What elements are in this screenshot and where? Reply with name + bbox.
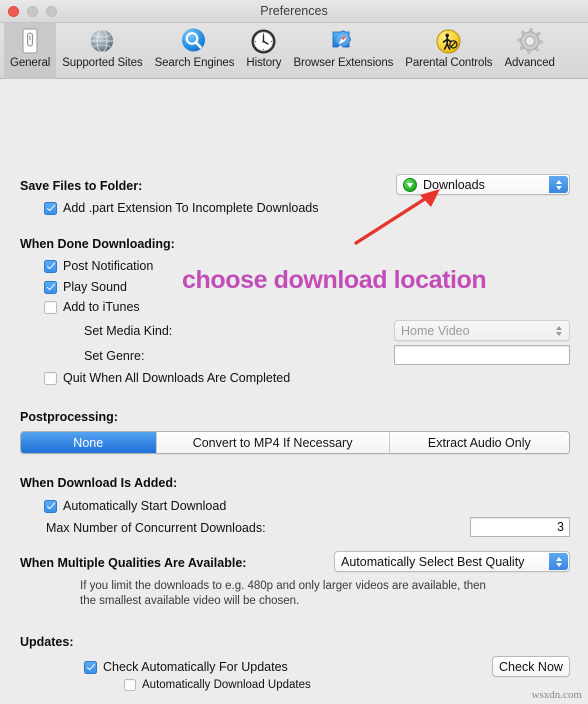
quit-when-done-row[interactable]: Quit When All Downloads Are Completed bbox=[44, 371, 290, 385]
max-concurrent-value: 3 bbox=[557, 520, 564, 534]
save-files-heading: Save Files to Folder: bbox=[20, 179, 143, 193]
part-extension-checkbox[interactable] bbox=[44, 201, 57, 215]
chevron-updown-icon bbox=[549, 176, 568, 193]
quit-when-done-label: Quit When All Downloads Are Completed bbox=[63, 371, 291, 385]
set-genre-label: Set Genre: bbox=[84, 349, 145, 363]
tab-advanced-label: Advanced bbox=[504, 57, 555, 69]
qualities-help-text: If you limit the downloads to e.g. 480p … bbox=[80, 580, 486, 607]
watermark: wsxdn.com bbox=[531, 689, 582, 701]
when-done-heading: When Done Downloading: bbox=[20, 237, 175, 251]
max-concurrent-label: Max Number of Concurrent Downloads: bbox=[46, 521, 266, 535]
tab-history[interactable]: History bbox=[240, 23, 287, 79]
auto-start-row[interactable]: Automatically Start Download bbox=[44, 499, 226, 513]
segment-convert-mp4[interactable]: Convert to MP4 If Necessary bbox=[156, 432, 390, 453]
auto-start-checkbox[interactable] bbox=[44, 499, 57, 513]
quality-value: Automatically Select Best Quality bbox=[341, 554, 525, 569]
save-folder-value: Downloads bbox=[423, 177, 485, 192]
check-automatically-row[interactable]: Check Automatically For Updates bbox=[84, 660, 288, 674]
set-genre-field[interactable] bbox=[394, 345, 570, 365]
check-now-button[interactable]: Check Now bbox=[492, 656, 570, 677]
tab-general-label: General bbox=[10, 57, 51, 69]
part-extension-row[interactable]: Add .part Extension To Incomplete Downlo… bbox=[44, 201, 318, 215]
general-pane: Save Files to Folder: Downloads Add .par… bbox=[0, 79, 588, 704]
add-to-itunes-label: Add to iTunes bbox=[63, 300, 140, 314]
post-notification-row[interactable]: Post Notification bbox=[44, 259, 153, 273]
set-media-kind-value: Home Video bbox=[401, 323, 470, 338]
max-concurrent-field[interactable]: 3 bbox=[470, 517, 570, 537]
add-to-itunes-row[interactable]: Add to iTunes bbox=[44, 300, 140, 314]
set-media-kind-label: Set Media Kind: bbox=[84, 324, 173, 338]
post-notification-checkbox[interactable] bbox=[44, 259, 57, 273]
tab-general[interactable]: General bbox=[4, 23, 57, 79]
auto-download-updates-label: Automatically Download Updates bbox=[142, 679, 311, 691]
part-extension-label: Add .part Extension To Incomplete Downlo… bbox=[63, 201, 319, 215]
chevron-updown-icon bbox=[549, 322, 568, 339]
chevron-updown-icon bbox=[549, 553, 568, 570]
puzzle-compass-icon bbox=[328, 26, 358, 56]
auto-start-label: Automatically Start Download bbox=[63, 499, 227, 513]
tab-browser-extensions-label: Browser Extensions bbox=[293, 57, 394, 69]
parental-warning-icon bbox=[434, 26, 464, 56]
globe-icon bbox=[87, 26, 117, 56]
general-switch-icon bbox=[15, 26, 45, 56]
check-automatically-label: Check Automatically For Updates bbox=[103, 660, 288, 674]
download-arrow-icon bbox=[403, 177, 417, 192]
updates-heading: Updates: bbox=[20, 635, 74, 649]
preferences-window: Preferences General Supported Sites Sear… bbox=[0, 0, 588, 704]
save-folder-popup[interactable]: Downloads bbox=[396, 174, 570, 195]
set-media-kind-popup[interactable]: Home Video bbox=[394, 320, 570, 341]
tab-advanced[interactable]: Advanced bbox=[498, 23, 560, 79]
tab-search-engines[interactable]: Search Engines bbox=[149, 23, 241, 79]
quit-when-done-checkbox[interactable] bbox=[44, 371, 57, 385]
tab-supported-sites-label: Supported Sites bbox=[62, 57, 143, 69]
play-sound-checkbox[interactable] bbox=[44, 280, 57, 294]
gear-icon bbox=[515, 26, 545, 56]
qualities-heading: When Multiple Qualities Are Available: bbox=[20, 556, 247, 570]
postprocessing-heading: Postprocessing: bbox=[20, 410, 118, 424]
segment-none[interactable]: None bbox=[21, 432, 157, 453]
tab-history-label: History bbox=[246, 57, 282, 69]
auto-download-updates-row[interactable]: Automatically Download Updates bbox=[124, 679, 311, 691]
tab-parental-controls-label: Parental Controls bbox=[405, 57, 493, 69]
play-sound-row[interactable]: Play Sound bbox=[44, 280, 127, 294]
when-added-heading: When Download Is Added: bbox=[20, 476, 178, 490]
window-title: Preferences bbox=[260, 4, 328, 18]
auto-download-updates-checkbox[interactable] bbox=[124, 679, 136, 691]
add-to-itunes-checkbox[interactable] bbox=[44, 300, 57, 314]
preferences-toolbar: General Supported Sites Search Engines H… bbox=[0, 23, 588, 79]
callout-text: choose download location bbox=[182, 266, 487, 294]
postprocessing-segmented-control[interactable]: None Convert to MP4 If Necessary Extract… bbox=[20, 431, 570, 454]
tab-supported-sites[interactable]: Supported Sites bbox=[56, 23, 148, 79]
clock-icon bbox=[249, 26, 279, 56]
quality-popup[interactable]: Automatically Select Best Quality bbox=[334, 551, 570, 572]
segment-extract-audio[interactable]: Extract Audio Only bbox=[389, 432, 569, 453]
tab-parental-controls[interactable]: Parental Controls bbox=[399, 23, 498, 79]
play-sound-label: Play Sound bbox=[63, 280, 127, 294]
tab-browser-extensions[interactable]: Browser Extensions bbox=[287, 23, 399, 79]
tab-search-engines-label: Search Engines bbox=[154, 57, 235, 69]
check-automatically-checkbox[interactable] bbox=[84, 660, 97, 674]
magnifier-icon bbox=[179, 26, 209, 56]
post-notification-label: Post Notification bbox=[63, 259, 154, 273]
callout-arrow-icon bbox=[354, 189, 440, 245]
title-bar: Preferences bbox=[0, 0, 588, 23]
